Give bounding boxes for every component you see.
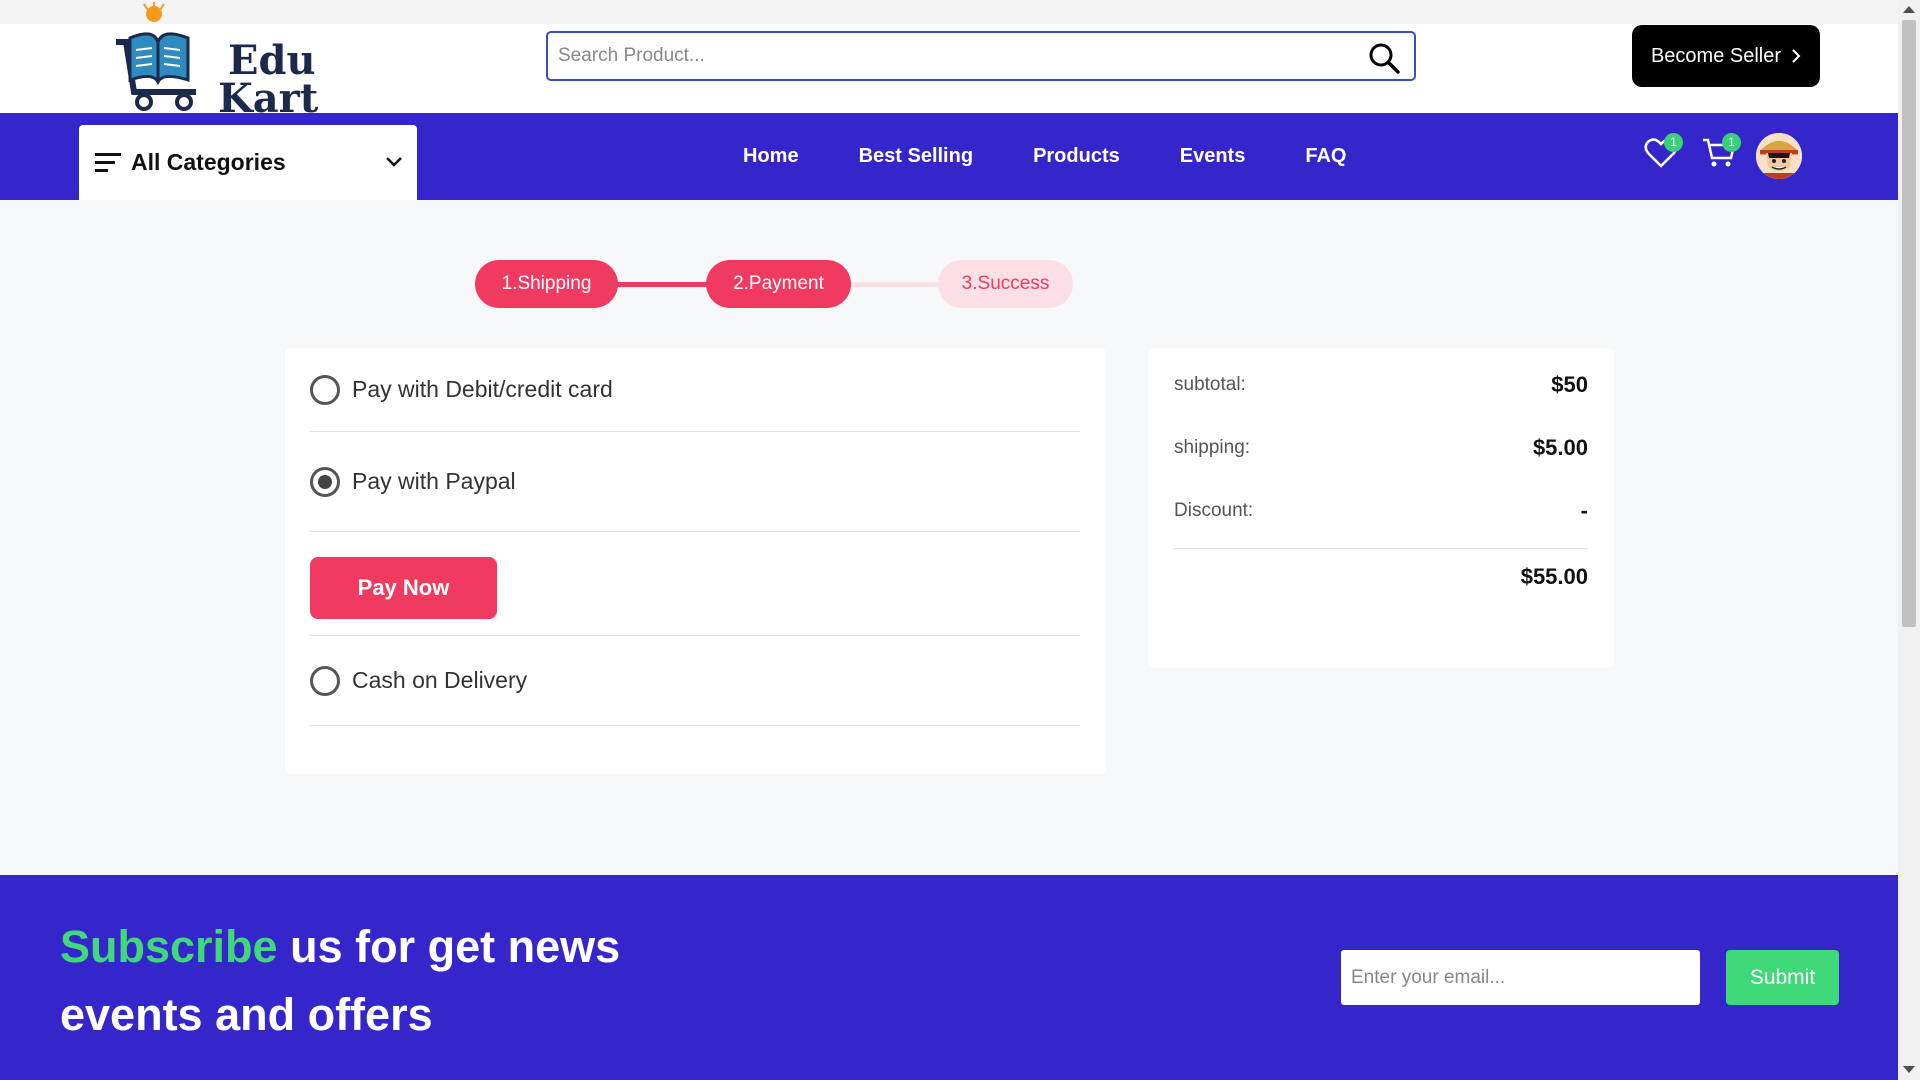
- chevron-right-icon: [1792, 49, 1801, 63]
- step-payment[interactable]: 2.Payment: [706, 260, 851, 308]
- discount-row: Discount: -: [1174, 498, 1588, 524]
- subtotal-label: subtotal:: [1174, 374, 1246, 395]
- radio-cod[interactable]: [310, 665, 340, 696]
- radio-paypal[interactable]: [310, 466, 340, 497]
- nav-icons: 1 1: [1644, 133, 1804, 183]
- submit-button[interactable]: Submit: [1726, 950, 1839, 1005]
- search-box: [546, 31, 1416, 81]
- discount-value: -: [1580, 498, 1588, 523]
- subtotal-row: subtotal: $50: [1174, 372, 1588, 398]
- all-categories-label: All Categories: [131, 149, 286, 175]
- shipping-value: $5.00: [1532, 435, 1588, 460]
- subscribe-heading: Subscribe us for get news events and off…: [60, 913, 700, 1049]
- nav-faq[interactable]: FAQ: [1305, 145, 1346, 168]
- pay-now-button[interactable]: Pay Now: [310, 557, 497, 619]
- total-value: $55.00: [1520, 564, 1588, 589]
- payment-option-paypal[interactable]: Pay with Paypal: [310, 432, 1080, 532]
- scroll-up-arrow-icon[interactable]: [1903, 6, 1915, 13]
- subscribe-accent: Subscribe: [60, 921, 278, 972]
- scroll-thumb[interactable]: [1902, 20, 1916, 627]
- scroll-down-arrow-icon[interactable]: [1903, 1066, 1915, 1073]
- nav-links: Home Best Selling Products Events FAQ: [743, 113, 1406, 200]
- cart-count-badge: 1: [1722, 133, 1741, 152]
- discount-label: Discount:: [1174, 500, 1254, 521]
- logo-cart-icon: [116, 2, 196, 111]
- menu-icon: [95, 152, 121, 172]
- nav-home[interactable]: Home: [743, 145, 799, 168]
- all-categories-dropdown[interactable]: All Categories: [79, 125, 417, 200]
- wishlist-count-badge: 1: [1664, 133, 1683, 152]
- avatar-image: [1756, 133, 1802, 179]
- step-connector-2: [845, 282, 940, 287]
- subtotal-value: $50: [1551, 372, 1588, 397]
- payment-option-paypal-label: Pay with Paypal: [352, 468, 516, 494]
- payment-option-cod[interactable]: Cash on Delivery: [310, 636, 1080, 726]
- shipping-label: shipping:: [1174, 437, 1251, 458]
- payment-methods-card: Pay with Debit/credit card Pay with Payp…: [285, 348, 1106, 774]
- step-connector-1: [615, 282, 710, 287]
- email-input[interactable]: [1341, 950, 1700, 1005]
- header: Edu Kart Become Seller: [0, 2, 1898, 119]
- user-avatar[interactable]: [1756, 133, 1802, 179]
- vertical-scrollbar[interactable]: [1898, 0, 1920, 1080]
- checkout-steps: 1.Shipping 2.Payment 3.Success: [475, 260, 1075, 308]
- nav-best-selling[interactable]: Best Selling: [859, 145, 973, 168]
- summary-divider: [1174, 548, 1588, 549]
- logo-text: Edu Kart: [218, 41, 318, 119]
- shipping-row: shipping: $5.00: [1174, 435, 1588, 461]
- payment-option-cod-label: Cash on Delivery: [352, 667, 528, 693]
- payment-option-card[interactable]: Pay with Debit/credit card: [310, 348, 1080, 432]
- wishlist-button[interactable]: 1: [1644, 133, 1684, 177]
- radio-card[interactable]: [310, 374, 340, 405]
- nav-products[interactable]: Products: [1033, 145, 1120, 168]
- order-summary-card: subtotal: $50 shipping: $5.00 Discount: …: [1148, 348, 1614, 668]
- search-icon[interactable]: [1368, 42, 1400, 74]
- become-seller-button[interactable]: Become Seller: [1632, 25, 1820, 87]
- step-success: 3.Success: [938, 260, 1073, 308]
- newsletter-footer: Subscribe us for get news events and off…: [0, 875, 1898, 1080]
- total-row: $55.00: [1174, 564, 1588, 590]
- main-navbar: All Categories Home Best Selling Product…: [0, 113, 1898, 200]
- become-seller-label: Become Seller: [1650, 44, 1782, 67]
- step-shipping[interactable]: 1.Shipping: [475, 260, 618, 308]
- nav-events[interactable]: Events: [1180, 145, 1246, 168]
- search-input[interactable]: [548, 33, 1348, 79]
- payment-option-card-label: Pay with Debit/credit card: [352, 376, 613, 402]
- chevron-down-icon: [386, 157, 402, 167]
- cart-button[interactable]: 1: [1702, 133, 1742, 177]
